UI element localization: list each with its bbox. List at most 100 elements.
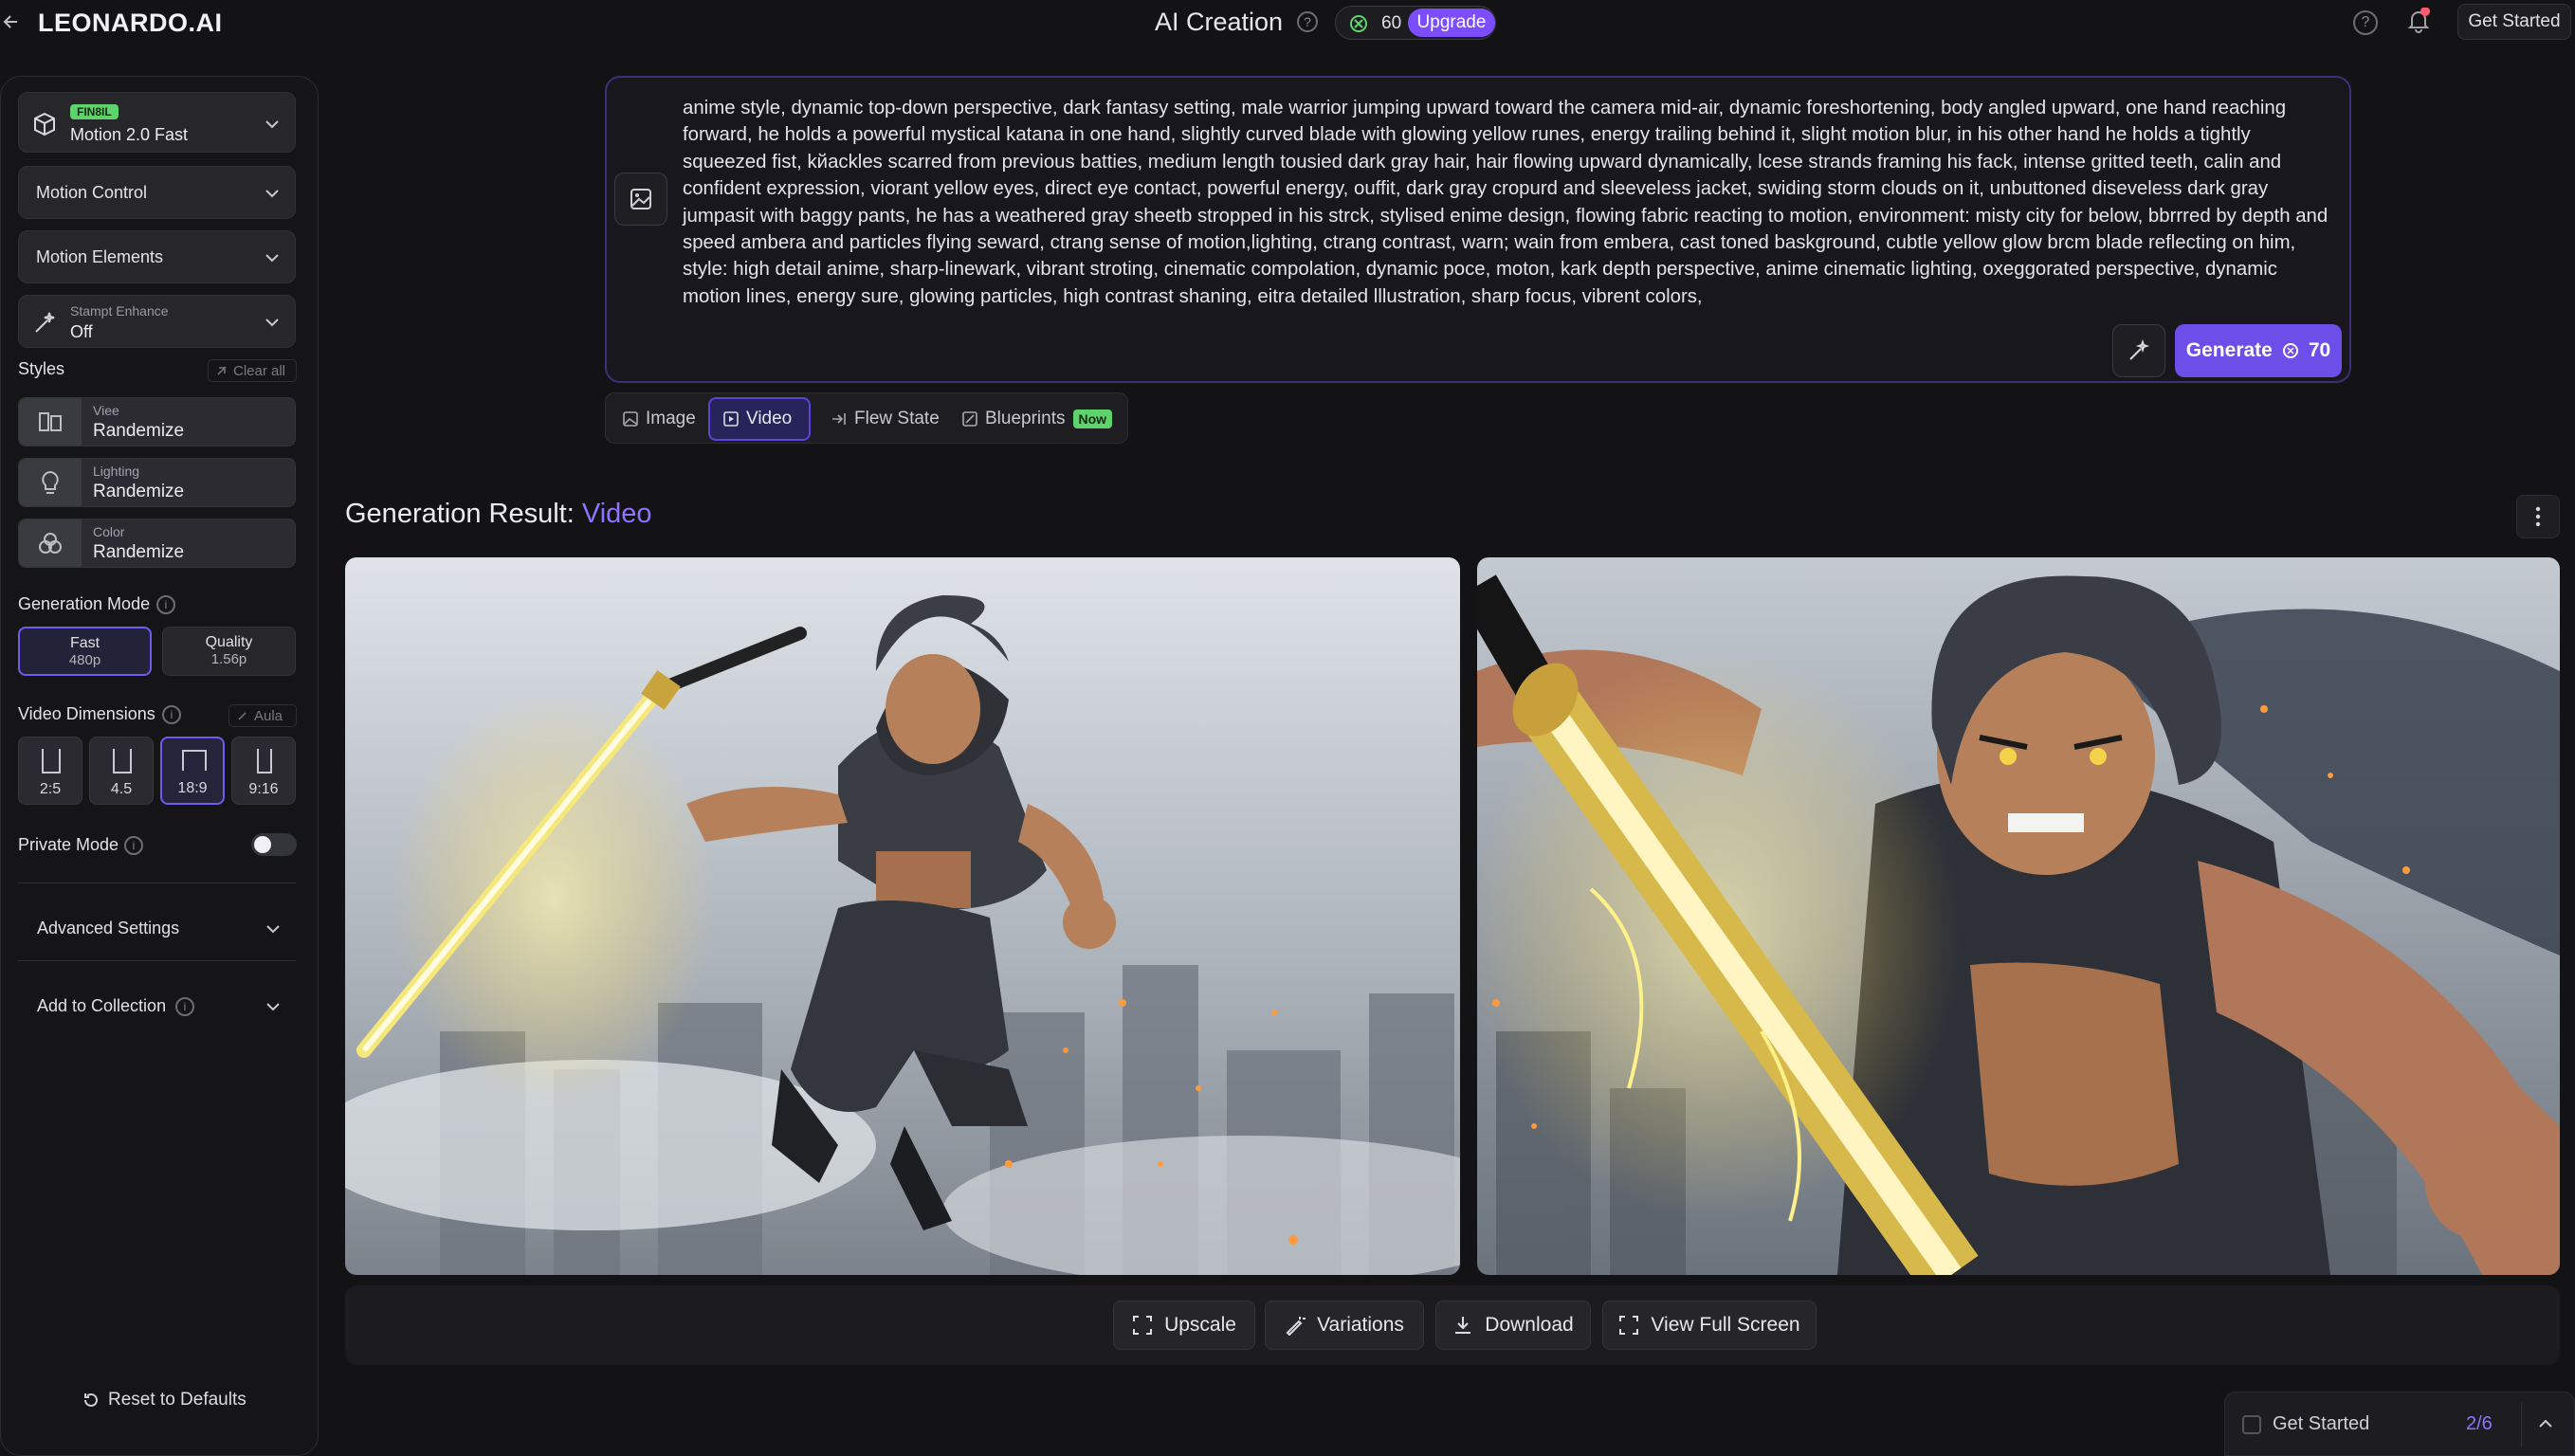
style-vibe[interactable]: Viee Randemize xyxy=(18,397,296,446)
action-label: Download xyxy=(1485,1314,1574,1336)
prompt-enhance-select[interactable]: Stampt Enhance Off xyxy=(18,295,296,348)
result-image-2[interactable] xyxy=(1477,557,2560,1275)
style-key: Color xyxy=(93,524,125,539)
prompt-textarea[interactable]: anime style, dynamic top-down perspectiv… xyxy=(683,95,2332,310)
wand-icon xyxy=(238,712,247,720)
dimension-label: 9:16 xyxy=(248,781,279,797)
model-select[interactable]: FIN8IL Motion 2.0 Fast xyxy=(18,92,296,153)
add-to-collection-toggle[interactable]: Add to Collection i xyxy=(18,979,296,1032)
dimension-4-5[interactable]: 4.5 xyxy=(89,737,154,805)
lightbulb-icon xyxy=(19,459,82,506)
dimension-9-16[interactable]: 9:16 xyxy=(231,737,296,805)
chevron-down-icon xyxy=(265,318,279,327)
style-value: Randemize xyxy=(93,421,185,441)
portrait-shape-icon xyxy=(113,749,132,774)
add-to-collection-label: Add to Collection xyxy=(37,996,167,1015)
generate-button[interactable]: Generate 70 xyxy=(2175,324,2342,377)
mode-name: Fast xyxy=(69,635,100,651)
clear-icon xyxy=(217,366,227,375)
generate-label: Generate xyxy=(2185,339,2273,361)
creation-tabs: Image Video Flew State Blueprints Now xyxy=(605,392,1128,444)
more-options-button[interactable] xyxy=(2516,495,2560,538)
image-upload-button[interactable] xyxy=(614,173,667,226)
vibe-icon xyxy=(19,398,82,446)
chevron-down-icon xyxy=(266,925,280,934)
page-title: AI Creation xyxy=(1155,8,1284,36)
variations-button[interactable]: Variations xyxy=(1265,1301,1424,1350)
info-icon[interactable]: i xyxy=(156,595,175,614)
tab-image[interactable]: Image xyxy=(610,397,704,441)
download-icon xyxy=(1455,1317,1471,1334)
private-mode-toggle[interactable] xyxy=(251,833,297,856)
fullscreen-icon xyxy=(1619,1316,1639,1335)
info-icon[interactable]: i xyxy=(175,997,194,1016)
style-lighting[interactable]: Lighting Randemize xyxy=(18,458,296,507)
mode-resolution: 1.56p xyxy=(210,651,247,667)
help-icon[interactable]: ? xyxy=(1297,11,1318,32)
new-badge: Now xyxy=(1072,410,1113,428)
info-icon[interactable]: i xyxy=(162,705,181,724)
top-bar: LEONARDO.AI AI Creation ? 60 Upgrade ? G… xyxy=(0,0,2575,44)
clear-all-button[interactable]: Clear all xyxy=(208,359,297,382)
back-arrow-icon[interactable] xyxy=(2,9,23,34)
result-title: Generation Result: Video xyxy=(345,499,652,530)
dimension-2-5[interactable]: 2:5 xyxy=(18,737,82,805)
help-circle-icon[interactable]: ? xyxy=(2353,10,2378,35)
reset-to-defaults-button[interactable]: Reset to Defaults xyxy=(82,1390,247,1410)
view-full-screen-button[interactable]: View Full Screen xyxy=(1602,1301,1817,1350)
info-icon[interactable]: i xyxy=(124,836,143,855)
get-started-button[interactable]: Get Started xyxy=(2457,4,2571,40)
cube-icon xyxy=(32,112,57,136)
wand-icon xyxy=(1286,1317,1306,1336)
mode-quality-button[interactable]: Quality 1.56p xyxy=(162,627,296,676)
get-started-panel[interactable]: Get Started 2/6 xyxy=(2224,1392,2575,1456)
prompt-box[interactable]: anime style, dynamic top-down perspectiv… xyxy=(605,76,2351,383)
motion-elements-select[interactable]: Motion Elements xyxy=(18,230,296,283)
motion-control-label: Motion Control xyxy=(36,183,148,202)
divider xyxy=(2521,1402,2522,1447)
credits-pill[interactable]: 60 Upgrade xyxy=(1335,6,1496,40)
download-button[interactable]: Download xyxy=(1435,1301,1591,1350)
reset-icon xyxy=(84,1392,98,1407)
style-value: Randemize xyxy=(93,482,185,501)
chevron-down-icon xyxy=(265,190,279,198)
style-color[interactable]: Color Randemize xyxy=(18,519,296,568)
model-badge: FIN8IL xyxy=(70,104,119,119)
action-label: View Full Screen xyxy=(1651,1314,1800,1336)
tab-flow-state[interactable]: Flew State xyxy=(818,397,941,441)
chevron-down-icon xyxy=(265,254,279,263)
dimension-label: 18:9 xyxy=(177,780,208,796)
image-icon xyxy=(623,411,638,427)
mode-fast-button[interactable]: Fast 480p xyxy=(18,627,152,676)
result-image-1[interactable] xyxy=(345,557,1460,1275)
upscale-button[interactable]: Upscale xyxy=(1113,1301,1255,1350)
app-logo[interactable]: LEONARDO.AI xyxy=(38,9,223,38)
prompt-enhance-button[interactable] xyxy=(2112,324,2165,377)
get-started-label: Get Started xyxy=(2273,1413,2370,1434)
tab-label: Video xyxy=(746,409,793,428)
result-title-prefix: Generation Result: xyxy=(345,499,575,529)
tab-video[interactable]: Video xyxy=(708,397,811,441)
kebab-icon xyxy=(2535,506,2541,527)
motion-control-select[interactable]: Motion Control xyxy=(18,166,296,219)
action-label: Variations xyxy=(1317,1314,1404,1336)
credits-count: 60 xyxy=(1381,13,1402,33)
toggle-knob xyxy=(254,836,271,853)
bell-icon[interactable] xyxy=(2406,8,2431,34)
chevron-down-icon xyxy=(266,1003,280,1011)
clear-all-label: Clear all xyxy=(233,362,286,379)
style-value: Randemize xyxy=(93,542,185,562)
dimension-label: 4.5 xyxy=(110,781,133,797)
advanced-settings-toggle[interactable]: Advanced Settings xyxy=(18,901,296,955)
mode-name: Quality xyxy=(205,634,253,650)
chevron-up-icon[interactable] xyxy=(2538,1419,2553,1429)
sidebar: FIN8IL Motion 2.0 Fast Motion Control Mo… xyxy=(0,76,319,1456)
upgrade-button[interactable]: Upgrade xyxy=(1408,9,1495,37)
auto-label: Aula xyxy=(254,707,283,724)
dimension-18-9[interactable]: 18:9 xyxy=(160,737,225,805)
private-mode-label: Private Mode xyxy=(18,835,119,854)
tab-blueprints[interactable]: Blueprints Now xyxy=(949,397,1125,441)
auto-dimension-button[interactable]: Aula xyxy=(228,704,297,727)
enhance-label: Stampt Enhance xyxy=(70,303,169,318)
checkbox-icon[interactable] xyxy=(2242,1415,2261,1434)
